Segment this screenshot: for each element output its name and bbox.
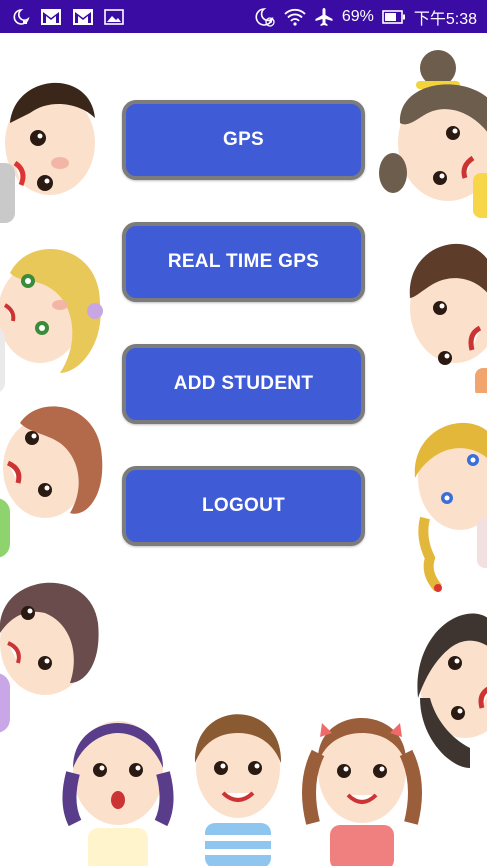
gps-button-label: GPS [222, 129, 265, 150]
cartoon-kid-boy-left-top-icon [0, 82, 95, 223]
cartoon-kid-girl-bottom-pigtails-icon [302, 718, 422, 866]
logout-button-label: LOGOUT [201, 495, 286, 516]
image-icon [104, 8, 124, 25]
cartoon-kid-girl-right-bun-icon [379, 50, 487, 218]
add-student-button[interactable]: ADD STUDENT [122, 344, 365, 424]
gps-button[interactable]: GPS [122, 100, 365, 180]
add-student-button-label: ADD STUDENT [173, 373, 314, 394]
status-left-icons [0, 8, 124, 26]
status-bar: 69% 下午5:38 [0, 0, 487, 33]
airplane-icon [314, 7, 334, 27]
cartoon-kid-girl-left-blonde-icon [0, 249, 103, 392]
wifi-icon [284, 8, 306, 26]
battery-icon [382, 9, 406, 24]
gmail-icon [40, 8, 62, 26]
do-not-disturb-icon [254, 7, 276, 27]
cartoon-kid-boy-right-brown-icon [409, 244, 487, 393]
moon-notification-icon [12, 8, 30, 26]
logout-button[interactable]: LOGOUT [122, 466, 365, 546]
real-time-gps-button-label: REAL TIME GPS [167, 251, 320, 272]
cartoon-kid-girl-bottom-purple-icon [62, 721, 174, 866]
status-right: 69% 下午5:38 [254, 0, 477, 33]
battery-percentage: 69% [341, 7, 374, 25]
cartoon-kid-boy-left-auburn-icon [0, 406, 103, 558]
real-time-gps-button[interactable]: REAL TIME GPS [122, 222, 365, 302]
cartoon-kid-girl-right-blonde-icon [414, 422, 487, 592]
clock: 下午5:38 [413, 10, 477, 28]
gmail-icon [72, 8, 94, 26]
main-content: GPS REAL TIME GPS ADD STUDENT LOGOUT [0, 33, 487, 866]
cartoon-kid-boy-bottom-stripes-icon [194, 714, 282, 866]
